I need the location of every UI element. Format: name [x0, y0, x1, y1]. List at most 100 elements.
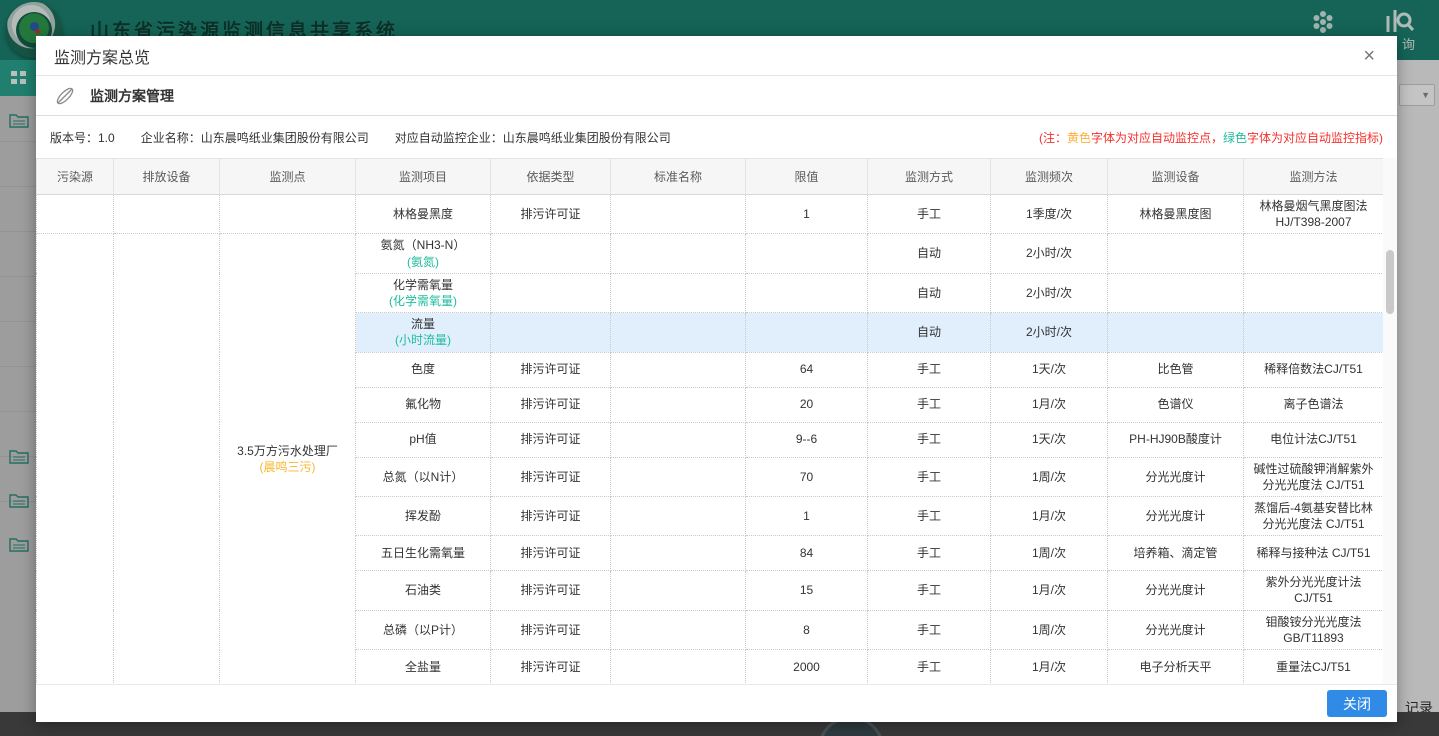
freq-cell: 1月/次	[991, 387, 1108, 422]
freq-cell: 2小时/次	[991, 273, 1108, 312]
limit-cell: 20	[746, 387, 868, 422]
close-icon[interactable]: ×	[1359, 46, 1379, 66]
equipment-cell	[114, 234, 220, 684]
mode-cell: 手工	[868, 650, 991, 685]
basis-cell	[491, 313, 611, 352]
item-name: 林格曼黑度	[362, 206, 484, 222]
device-cell	[1108, 313, 1244, 352]
basis-cell: 排污许可证	[491, 571, 611, 610]
legend-yellow: 黄色	[1067, 131, 1091, 145]
item-cell: 化学需氧量(化学需氧量)	[356, 273, 491, 312]
item-cell: pH值	[356, 422, 491, 457]
limit-cell: 2000	[746, 650, 868, 685]
limit-cell: 8	[746, 610, 868, 649]
column-header: 监测方法	[1244, 159, 1384, 195]
pollution-source-cell	[37, 234, 114, 684]
mode-cell: 手工	[868, 571, 991, 610]
monitoring-plan-dialog: 监测方案总览 × 监测方案管理 版本号：1.0 企业名称：山东晨鸣纸业集团股份有…	[36, 36, 1397, 722]
mode-cell: 手工	[868, 610, 991, 649]
freq-cell: 1季度/次	[991, 195, 1108, 234]
method-cell: 稀释与接种法 CJ/T51	[1244, 536, 1384, 571]
item-name: pH值	[362, 431, 484, 447]
pen-icon	[54, 85, 76, 107]
freq-cell: 1天/次	[991, 352, 1108, 387]
basis-cell: 排污许可证	[491, 536, 611, 571]
column-header: 标准名称	[611, 159, 746, 195]
scrollbar-thumb[interactable]	[1386, 250, 1394, 314]
device-cell: 林格曼黑度图	[1108, 195, 1244, 234]
item-cell: 总磷（以P计）	[356, 610, 491, 649]
standard-cell	[611, 610, 746, 649]
limit-cell: 15	[746, 571, 868, 610]
section-header: 监测方案管理	[36, 76, 1397, 116]
method-cell: 电位计法CJ/T51	[1244, 422, 1384, 457]
table-scrollbar[interactable]	[1383, 158, 1397, 684]
version-field: 版本号：1.0	[50, 129, 115, 146]
device-cell: 分光光度计	[1108, 571, 1244, 610]
limit-cell: 64	[746, 352, 868, 387]
item-cell: 全盐量	[356, 650, 491, 685]
freq-cell: 2小时/次	[991, 313, 1108, 352]
plan-table: 污染源排放设备监测点监测项目依据类型标准名称限值监测方式监测频次监测设备监测方法…	[36, 158, 1384, 684]
standard-cell	[611, 457, 746, 496]
basis-cell: 排污许可证	[491, 457, 611, 496]
freq-cell: 1周/次	[991, 457, 1108, 496]
device-cell	[1108, 234, 1244, 273]
limit-cell: 9--6	[746, 422, 868, 457]
method-cell: 稀释倍数法CJ/T51	[1244, 352, 1384, 387]
limit-cell: 70	[746, 457, 868, 496]
method-cell: 林格曼烟气黑度图法HJ/T398-2007	[1244, 195, 1384, 234]
device-cell: 色谱仪	[1108, 387, 1244, 422]
item-name: 流量	[362, 316, 484, 332]
freq-cell: 1月/次	[991, 650, 1108, 685]
limit-cell	[746, 313, 868, 352]
limit-cell: 1	[746, 496, 868, 535]
column-header: 排放设备	[114, 159, 220, 195]
column-header: 监测项目	[356, 159, 491, 195]
item-cell: 氟化物	[356, 387, 491, 422]
basis-cell: 排污许可证	[491, 195, 611, 234]
method-cell: 重量法CJ/T51	[1244, 650, 1384, 685]
basis-cell	[491, 273, 611, 312]
item-name: 化学需氧量	[362, 277, 484, 293]
mode-cell: 手工	[868, 422, 991, 457]
standard-cell	[611, 536, 746, 571]
basis-cell: 排污许可证	[491, 610, 611, 649]
item-cell: 氨氮（NH3-N）(氨氮)	[356, 234, 491, 273]
table-header-row: 污染源排放设备监测点监测项目依据类型标准名称限值监测方式监测频次监测设备监测方法	[37, 159, 1384, 195]
standard-cell	[611, 234, 746, 273]
table-row[interactable]: 林格曼黑度排污许可证1手工1季度/次林格曼黑度图林格曼烟气黑度图法HJ/T398…	[37, 195, 1384, 234]
basis-cell: 排污许可证	[491, 496, 611, 535]
company-field: 企业名称：山东晨鸣纸业集团股份有限公司	[141, 129, 369, 146]
item-auto-indicator: (小时流量)	[362, 332, 484, 348]
standard-cell	[611, 313, 746, 352]
plan-info-row: 版本号：1.0 企业名称：山东晨鸣纸业集团股份有限公司 对应自动监控企业：山东晨…	[36, 116, 1397, 158]
item-name: 五日生化需氧量	[362, 545, 484, 561]
freq-cell: 1天/次	[991, 422, 1108, 457]
close-button[interactable]: 关闭	[1327, 690, 1387, 717]
column-header: 污染源	[37, 159, 114, 195]
method-cell	[1244, 273, 1384, 312]
mode-cell: 手工	[868, 387, 991, 422]
item-cell: 石油类	[356, 571, 491, 610]
mode-cell: 自动	[868, 313, 991, 352]
device-cell: 分光光度计	[1108, 610, 1244, 649]
item-name: 全盐量	[362, 659, 484, 675]
column-header: 监测方式	[868, 159, 991, 195]
method-cell: 钼酸铵分光光度法 GB/T11893	[1244, 610, 1384, 649]
plan-table-container: 污染源排放设备监测点监测项目依据类型标准名称限值监测方式监测频次监测设备监测方法…	[36, 158, 1397, 684]
limit-cell: 1	[746, 195, 868, 234]
method-cell	[1244, 234, 1384, 273]
standard-cell	[611, 387, 746, 422]
mode-cell: 自动	[868, 234, 991, 273]
dialog-title: 监测方案总览	[54, 44, 150, 68]
monitoring-site-cell: 3.5万方污水处理厂(晨鸣三污)	[220, 234, 356, 684]
device-cell: 分光光度计	[1108, 496, 1244, 535]
table-row[interactable]: 3.5万方污水处理厂(晨鸣三污)氨氮（NH3-N）(氨氮)自动2小时/次	[37, 234, 1384, 273]
method-cell	[1244, 313, 1384, 352]
mode-cell: 手工	[868, 352, 991, 387]
auto-company-field: 对应自动监控企业：山东晨鸣纸业集团股份有限公司	[395, 129, 671, 146]
method-cell: 碱性过硫酸钾消解紫外分光光度法 CJ/T51	[1244, 457, 1384, 496]
freq-cell: 1月/次	[991, 571, 1108, 610]
item-cell: 林格曼黑度	[356, 195, 491, 234]
